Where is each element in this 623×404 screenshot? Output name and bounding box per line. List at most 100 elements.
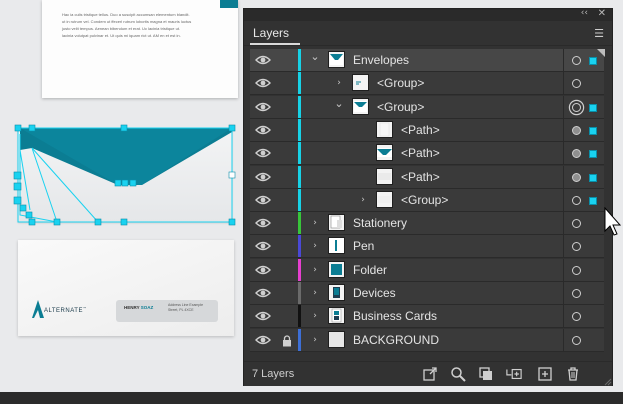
chevron-right-icon[interactable]: › [334,78,344,88]
layer-row[interactable]: › Pen [250,235,604,259]
column-divider [563,165,564,188]
target-circle-icon[interactable] [572,102,581,112]
layer-row[interactable]: › Folder [250,258,604,282]
target-circle-icon[interactable] [572,149,581,159]
target-circle-icon[interactable] [572,125,581,135]
layer-color-bar [298,212,301,235]
layer-thumbnail [328,237,345,255]
selection-path [19,149,31,211]
selected-art-indicator[interactable] [589,196,597,205]
resize-grip-icon[interactable] [602,376,612,386]
collapse-panel-icon[interactable]: ‹‹ [581,8,588,18]
layer-row[interactable]: › <Group> [250,72,604,96]
target-circle-icon[interactable] [572,289,581,298]
visibility-eye-icon[interactable] [255,193,271,207]
layer-name[interactable]: <Path> [401,123,440,137]
layer-name[interactable]: <Group> [377,76,424,90]
selected-art-indicator[interactable] [589,173,597,182]
visibility-eye-icon[interactable] [255,309,271,323]
selected-art-indicator[interactable] [589,126,597,135]
panel-footer: 7 Layers [244,361,612,386]
target-circle-icon[interactable] [572,79,581,89]
layer-color-bar [298,165,301,188]
target-circle-icon[interactable] [572,242,581,252]
layer-row[interactable]: ⌄ <Group> [250,95,604,119]
chevron-right-icon[interactable]: › [310,335,320,345]
target-circle-icon[interactable] [572,312,581,322]
layer-count: 7 Layers [252,368,295,380]
chevron-right-icon[interactable]: › [358,195,368,205]
layer-name[interactable]: Envelopes [353,53,409,67]
panel-tab-layers[interactable]: Layers [253,26,289,40]
selected-art-indicator[interactable] [589,150,597,159]
layers-list[interactable]: ⌄ Envelopes › <Group> ⌄ <Group> <Path> <Path> <P… [250,49,604,361]
target-circle-icon[interactable] [572,219,581,229]
card-name-box: HENRY SOAZ Address Line Example Street, … [116,300,218,322]
visibility-eye-icon[interactable] [255,216,271,230]
layer-name[interactable]: <Path> [401,146,440,160]
layer-row[interactable]: <Path> [250,118,604,142]
layer-name[interactable]: Folder [353,263,387,277]
chevron-right-icon[interactable]: › [310,218,320,228]
visibility-eye-icon[interactable] [255,123,271,137]
create-new-layer-icon[interactable] [537,366,553,382]
layer-name[interactable]: Pen [353,239,374,253]
visibility-eye-icon[interactable] [255,239,271,253]
selection-path [31,147,58,223]
create-new-sublayer-icon[interactable] [506,366,522,382]
visibility-eye-icon[interactable] [255,146,271,160]
panel-title-bar[interactable]: ‹‹ ✕ [244,8,612,21]
delete-icon[interactable] [565,366,581,382]
layer-name[interactable]: Business Cards [353,309,437,323]
layer-name[interactable]: Devices [353,286,396,300]
selected-art-indicator[interactable] [589,57,597,65]
column-divider [563,49,564,71]
layer-row[interactable]: › <Group> [250,188,604,212]
layer-color-bar [298,49,301,71]
visibility-eye-icon[interactable] [255,76,271,90]
business-card-artwork[interactable]: ALTERNATE™ HENRY SOAZ Address Line Examp… [18,240,234,336]
target-circle-icon[interactable] [572,56,581,65]
chevron-right-icon[interactable]: › [310,288,320,298]
layer-row[interactable]: <Path> [250,165,604,189]
layer-row[interactable]: › Devices [250,282,604,305]
layer-thumbnail [328,51,345,68]
layer-thumbnail [376,120,393,138]
layers-panel[interactable]: ‹‹ ✕ Layers ☰ ⌄ Envelopes › <Group> ⌄ <Group>… [243,8,613,386]
export-for-screens-icon[interactable] [422,366,438,382]
visibility-eye-icon[interactable] [255,100,271,114]
panel-menu-icon[interactable]: ☰ [594,27,604,40]
layer-row[interactable]: › BACKGROUND [250,328,604,352]
chevron-right-icon[interactable]: › [310,265,320,275]
layer-name[interactable]: Stationery [353,216,407,230]
layer-row[interactable]: ⌄ Envelopes [250,49,604,72]
chevron-down-icon[interactable]: ⌄ [334,98,344,109]
column-divider [563,305,564,328]
close-icon[interactable]: ✕ [598,8,606,19]
visibility-eye-icon[interactable] [255,53,271,67]
layer-name[interactable]: <Path> [401,170,440,184]
make-clipping-mask-icon[interactable] [478,366,494,382]
target-circle-icon[interactable] [572,195,581,205]
target-circle-icon[interactable] [572,335,581,345]
visibility-eye-icon[interactable] [255,286,271,300]
chevron-right-icon[interactable]: › [310,311,320,321]
locate-object-icon[interactable] [450,366,466,382]
layer-row[interactable]: › Business Cards [250,305,604,329]
target-circle-icon[interactable] [572,265,581,275]
selected-art-indicator[interactable] [589,103,597,112]
layer-name[interactable]: <Group> [401,193,448,207]
lock-icon[interactable] [282,334,292,347]
column-divider [563,258,564,281]
layer-row[interactable]: <Path> [250,142,604,166]
layer-row[interactable]: › Stationery [250,212,604,236]
visibility-eye-icon[interactable] [255,263,271,277]
layer-color-bar [298,118,301,141]
chevron-right-icon[interactable]: › [310,241,320,251]
layer-name[interactable]: BACKGROUND [353,333,439,347]
layer-name[interactable]: <Group> [377,100,424,114]
chevron-down-icon[interactable]: ⌄ [310,51,320,62]
visibility-eye-icon[interactable] [255,170,271,184]
visibility-eye-icon[interactable] [255,333,271,347]
target-circle-icon[interactable] [572,172,581,182]
